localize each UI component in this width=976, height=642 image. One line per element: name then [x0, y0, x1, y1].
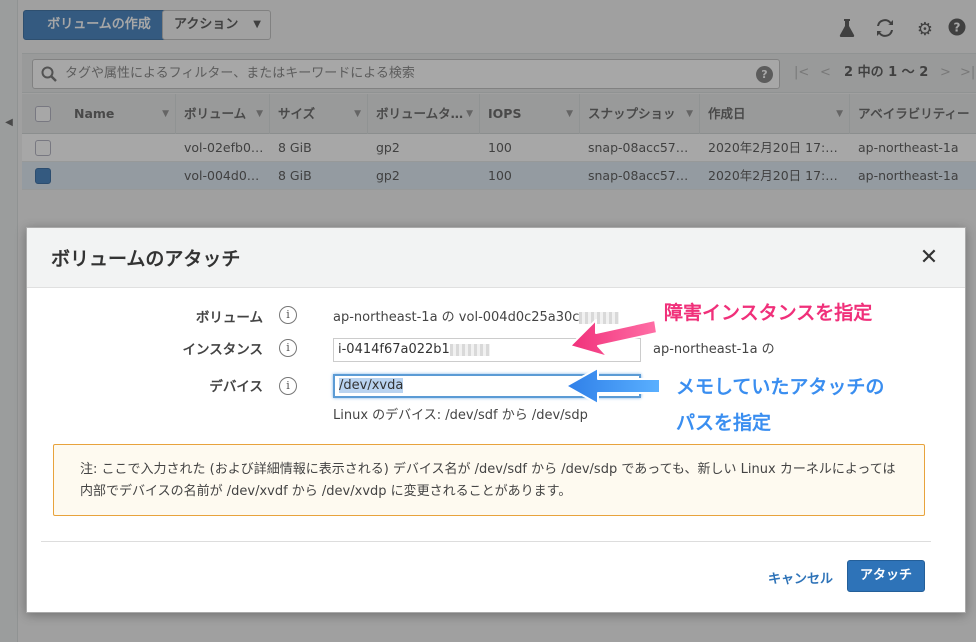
info-icon[interactable]: i — [279, 377, 297, 395]
volume-label: ボリューム — [195, 310, 263, 326]
device-hint: Linux のデバイス: /dev/sdf から /dev/sdp — [333, 408, 588, 423]
attach-button[interactable]: アタッチ — [847, 560, 925, 592]
device-name-note: 注: ここで入力された (および詳細情報に表示される) デバイス名が /dev/… — [53, 444, 925, 516]
cancel-button[interactable]: キャンセル — [768, 568, 833, 592]
instance-az-suffix: ap-northeast-1a の — [653, 342, 775, 357]
dialog-header: ボリュームのアタッチ ✕ — [27, 228, 965, 288]
volume-value: ap-northeast-1a の vol-004d0c25a30c — [333, 306, 620, 325]
redacted-blur — [579, 311, 620, 324]
redacted-blur — [449, 343, 490, 356]
info-icon[interactable]: i — [279, 339, 297, 357]
instance-label: インスタンス — [182, 342, 263, 358]
device-label: デバイス — [209, 379, 263, 395]
close-icon[interactable]: ✕ — [919, 247, 939, 269]
device-input[interactable]: /dev/xvda — [333, 374, 641, 398]
annotation-device-line2: パスを指定 — [676, 412, 772, 434]
dialog-title: ボリュームのアタッチ — [51, 248, 241, 270]
instance-input[interactable]: i-0414f67a022b1 — [333, 338, 641, 362]
annotation-instance: 障害インスタンスを指定 — [664, 302, 873, 324]
dialog-divider — [41, 541, 931, 542]
annotation-device-line1: メモしていたアタッチの — [676, 376, 885, 398]
info-icon[interactable]: i — [279, 306, 297, 324]
attach-volume-dialog: ボリュームのアタッチ ✕ ボリューム i ap-northeast-1a の v… — [26, 227, 966, 613]
